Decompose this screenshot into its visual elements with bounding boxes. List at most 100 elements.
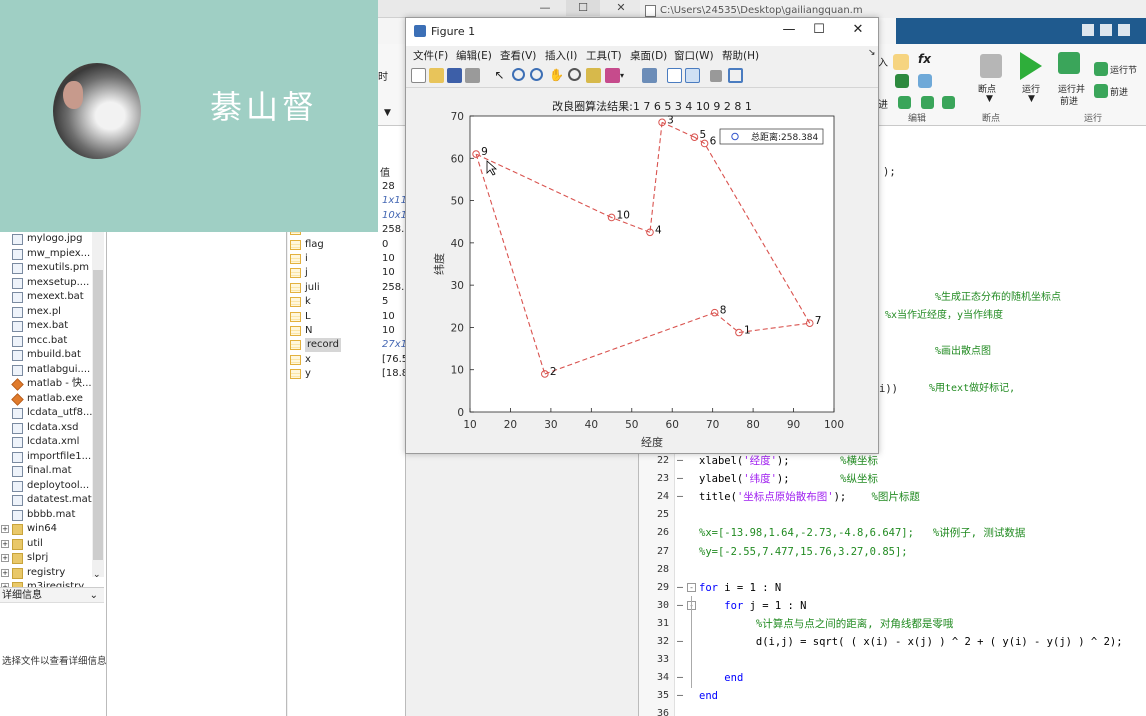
brush-icon[interactable] xyxy=(605,68,620,83)
link-plot-icon[interactable] xyxy=(642,68,657,83)
run-advance-icon[interactable] xyxy=(1058,52,1080,74)
save-icon[interactable] xyxy=(1082,24,1094,36)
workspace-row[interactable]: x [76.5 xyxy=(288,353,408,367)
line-marker[interactable]: — xyxy=(677,470,683,488)
code-line[interactable]: 28 xyxy=(639,561,1146,579)
expand-icon[interactable]: + xyxy=(1,568,9,577)
menu-view[interactable]: 查看(V) xyxy=(500,48,536,63)
open-file-icon[interactable] xyxy=(429,68,444,83)
file-list-item[interactable]: deploytool... xyxy=(0,479,92,494)
code-line[interactable]: 24 — title('坐标点原始散布图'); %图片标题 xyxy=(639,488,1146,506)
run-arrow[interactable]: ▼ xyxy=(1028,94,1035,104)
menu-tools[interactable]: 工具(T) xyxy=(586,48,622,63)
file-list-item[interactable]: matlab - 快... xyxy=(0,377,92,392)
line-marker[interactable]: — xyxy=(677,687,683,705)
file-list-item[interactable]: mex.bat xyxy=(0,319,92,334)
advance-button[interactable]: 前进 xyxy=(1110,85,1128,98)
file-list-item[interactable]: final.mat xyxy=(0,464,92,479)
line-marker[interactable]: — xyxy=(677,597,683,615)
code-line[interactable]: 29 — - for i = 1 : N xyxy=(639,579,1146,597)
workspace-row[interactable]: record 27x1 xyxy=(288,338,407,353)
expand-icon[interactable]: + xyxy=(1,539,9,548)
file-list-item[interactable]: mexutils.pm xyxy=(0,261,92,276)
workspace-row[interactable]: y [18.8 xyxy=(288,367,408,381)
step-in-icon[interactable] xyxy=(942,96,955,109)
file-list-scrollbar[interactable]: ⌄ xyxy=(92,232,104,580)
route-chart[interactable]: 10 20 30 40 50 60 70 80 90 100 010203040506070 12… xyxy=(407,89,877,453)
fold-toggle-icon[interactable]: - xyxy=(687,582,696,592)
menu-overflow-icon[interactable]: ↘ xyxy=(868,48,876,58)
file-list-item[interactable]: mexsetup.... xyxy=(0,276,92,291)
brush-dropdown-icon[interactable]: ▾ xyxy=(620,68,635,83)
legend[interactable]: 总距离:258.384 xyxy=(719,128,824,145)
file-list-item[interactable]: lcdata.xsd xyxy=(0,421,92,436)
colorbar-icon[interactable] xyxy=(667,68,682,83)
run-icon[interactable] xyxy=(1020,52,1042,80)
scrollbar-thumb[interactable] xyxy=(93,270,103,560)
show-tools-icon[interactable] xyxy=(728,68,743,83)
percent-icon[interactable] xyxy=(895,74,909,88)
step-icon[interactable] xyxy=(921,96,934,109)
code-line[interactable]: 32 — d(i,j) = sqrt( ( x(i) - x(j) ) ^ 2 +… xyxy=(639,633,1146,651)
legend-icon[interactable] xyxy=(685,68,700,83)
pointer-icon[interactable]: ↖ xyxy=(492,68,507,83)
code-line[interactable]: 23 — ylabel('纬度'); %纵坐标 xyxy=(639,470,1146,488)
file-list-item[interactable]: datatest.mat xyxy=(0,493,92,508)
zoom-in-icon[interactable] xyxy=(512,68,525,81)
file-list-item[interactable]: + win64 xyxy=(0,522,92,537)
line-marker[interactable]: — xyxy=(677,633,683,651)
code-line[interactable]: 34 — end xyxy=(639,669,1146,687)
file-list-item[interactable]: mbuild.bat xyxy=(0,348,92,363)
file-list-item[interactable]: mw_mpiex... xyxy=(0,247,92,262)
fx-icon[interactable]: fx xyxy=(918,52,931,66)
details-header[interactable]: 详细信息 ⌄ xyxy=(0,587,104,603)
figure-close-button[interactable]: ✕ xyxy=(843,22,873,37)
workspace-row[interactable]: juli 258.3 xyxy=(288,281,411,295)
close-button[interactable]: ✕ xyxy=(604,0,638,16)
file-list-item[interactable]: matlab.exe xyxy=(0,392,92,407)
file-list-item[interactable]: bbbb.mat xyxy=(0,508,92,523)
expand-icon[interactable]: + xyxy=(1,525,9,533)
workspace-row[interactable]: flag 0 xyxy=(288,238,406,252)
line-marker[interactable]: — xyxy=(677,579,683,597)
workspace-row[interactable]: L 10 xyxy=(288,310,406,324)
pan-icon[interactable]: ✋ xyxy=(549,68,564,83)
file-list-item[interactable]: mexext.bat xyxy=(0,290,92,305)
file-list-item[interactable]: lcdata_utf8... xyxy=(0,406,92,421)
code-line[interactable]: 36 xyxy=(639,705,1146,716)
insert-label[interactable]: 入 xyxy=(878,54,888,69)
breakpoints-arrow[interactable]: ▼ xyxy=(986,94,993,104)
code-line[interactable]: 25 xyxy=(639,506,1146,524)
menu-file[interactable]: 文件(F) xyxy=(413,48,448,63)
menu-insert[interactable]: 插入(I) xyxy=(545,48,577,63)
code-line[interactable]: 26 %x=[-13.98,1.64,-2.73,-4.8,6.647]; %讲例… xyxy=(639,524,1146,542)
file-list-item[interactable]: mex.pl xyxy=(0,305,92,320)
menu-window[interactable]: 窗口(W) xyxy=(674,48,714,63)
file-list-item[interactable]: + util xyxy=(0,537,92,552)
figure-maximize-button[interactable]: ☐ xyxy=(804,22,834,37)
minimize-button[interactable]: — xyxy=(528,0,562,16)
file-list-item[interactable]: lcdata.xml xyxy=(0,435,92,450)
run-section-button[interactable]: 运行节 xyxy=(1110,63,1137,76)
comment-icon[interactable] xyxy=(893,54,909,70)
chevron-down-icon[interactable]: ⌄ xyxy=(90,588,98,603)
data-cursor-icon[interactable] xyxy=(586,68,601,83)
file-list-item[interactable]: importfile1... xyxy=(0,450,92,465)
rotate-icon[interactable] xyxy=(568,68,581,81)
line-marker[interactable]: — xyxy=(677,669,683,687)
file-list-item[interactable]: mylogo.jpg xyxy=(0,232,92,247)
scroll-down-icon[interactable]: ⌄ xyxy=(93,570,101,580)
figure-canvas[interactable]: 10 20 30 40 50 60 70 80 90 100 0 10 20 30 40 50 60 70 12… xyxy=(407,89,877,453)
workspace-row[interactable]: j 10 xyxy=(288,266,406,280)
indent-icon[interactable] xyxy=(918,74,932,88)
run-section-icon[interactable] xyxy=(1094,62,1108,76)
expand-icon[interactable]: + xyxy=(1,554,9,562)
run-advance-button-line2[interactable]: 前进 xyxy=(1060,94,1078,107)
advance-icon[interactable] xyxy=(1094,84,1108,98)
menu-help[interactable]: 帮助(H) xyxy=(722,48,759,63)
menu-edit[interactable]: 编辑(E) xyxy=(456,48,492,63)
run-icon-small[interactable] xyxy=(898,96,911,109)
figure-title-bar[interactable]: Figure 1 — ☐ ✕ xyxy=(406,18,878,46)
line-marker[interactable]: — xyxy=(677,488,683,506)
code-line[interactable]: 27 %y=[-2.55,7.477,15.76,3.27,0.85]; xyxy=(639,543,1146,561)
